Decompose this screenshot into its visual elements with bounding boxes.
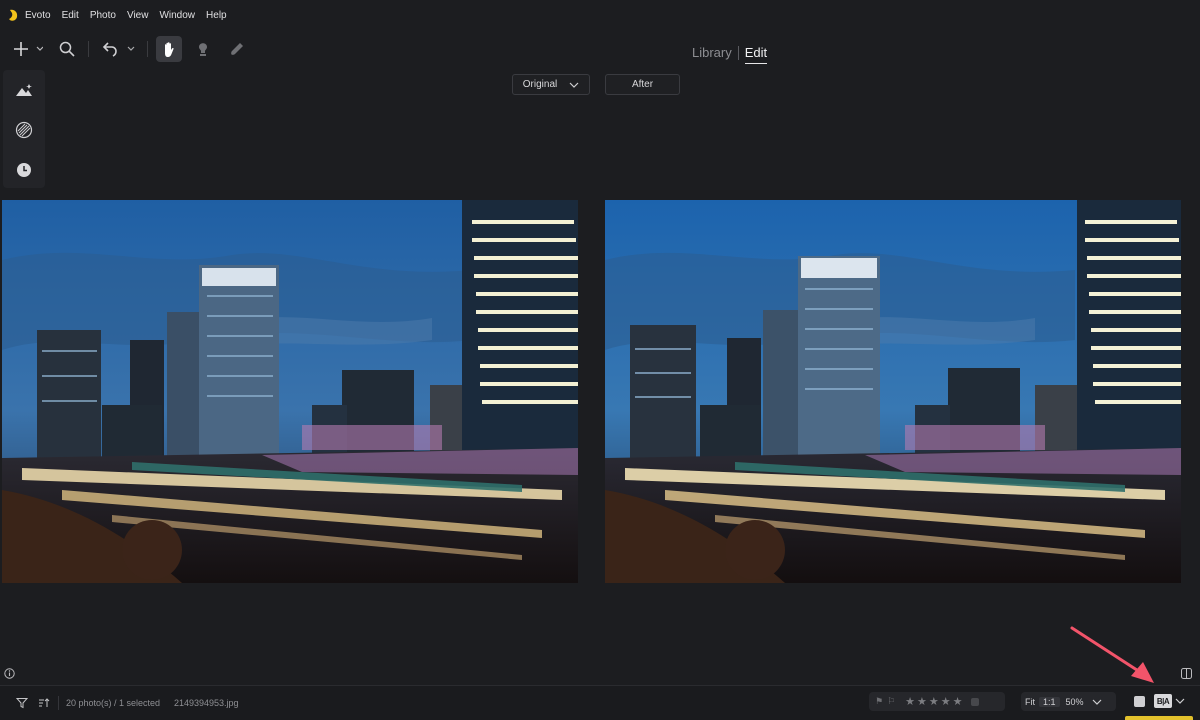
menu-app-name[interactable]: Evoto (25, 10, 51, 21)
toolbar: Library Edit (0, 32, 1200, 66)
flag-pick-icon[interactable]: ⚑ (875, 696, 883, 707)
add-icon (14, 42, 43, 56)
mode-switch: Library Edit (692, 41, 768, 64)
chevron-down-icon (1092, 699, 1101, 705)
star-icon[interactable]: ★ (941, 695, 951, 708)
chevron-down-icon (569, 82, 579, 88)
stamp-icon (199, 43, 207, 56)
left-tool-rail (3, 70, 45, 188)
undo-icon (102, 42, 135, 57)
city-night-photo (2, 200, 578, 583)
evoto-logo-icon (9, 9, 18, 21)
panel-toggle-button[interactable] (1180, 667, 1192, 679)
color-label-swatch[interactable] (970, 697, 979, 706)
single-view-button[interactable] (1134, 696, 1145, 707)
star-icon[interactable]: ★ (917, 695, 927, 708)
status-bar: 20 photo(s) / 1 selected 2149394953.jpg (0, 685, 1200, 720)
filename-label: 2149394953.jpg (174, 698, 239, 708)
active-indicator (1125, 716, 1193, 720)
menu-bar: Evoto Edit Photo View Window Help (0, 0, 1200, 30)
adjust-scene-button[interactable] (3, 77, 45, 103)
brush-tool-button[interactable] (226, 36, 248, 62)
star-icon[interactable]: ★ (929, 695, 939, 708)
original-photo[interactable] (2, 200, 578, 583)
search-icon (59, 41, 75, 57)
chevron-down-icon (1175, 698, 1185, 704)
split-view-icon (1180, 667, 1192, 679)
info-icon (3, 667, 15, 679)
stamp-tool-button[interactable] (192, 36, 214, 62)
sort-icon (39, 698, 50, 707)
filter-button[interactable] (15, 696, 29, 710)
texture-icon (15, 121, 33, 139)
adjust-scene-icon (16, 84, 32, 96)
filter-icon (16, 698, 28, 709)
hand-icon (165, 41, 174, 57)
history-icon (17, 163, 31, 177)
add-button[interactable] (10, 36, 46, 62)
zoom-select[interactable]: 50% (1066, 697, 1102, 707)
menu-item-photo[interactable]: Photo (90, 10, 116, 21)
history-button[interactable] (3, 157, 45, 183)
library-tab[interactable]: Library (692, 45, 732, 60)
menu-item-help[interactable]: Help (206, 10, 227, 21)
original-select[interactable]: Original (512, 74, 590, 95)
star-icon[interactable]: ★ (953, 695, 963, 708)
search-button[interactable] (56, 36, 78, 62)
photo-count: 20 photo(s) / 1 selected (66, 698, 161, 708)
star-icon[interactable]: ★ (905, 695, 915, 708)
undo-button[interactable] (100, 36, 138, 62)
flag-reject-icon[interactable]: ⚐ (887, 696, 895, 707)
after-photo[interactable] (605, 200, 1181, 583)
brush-icon (231, 43, 243, 55)
toolbar-separator (147, 41, 148, 57)
zoom-fit-button[interactable]: Fit (1021, 697, 1039, 707)
zoom-control: Fit 1:1 50% (1021, 692, 1116, 711)
zoom-value: 50% (1065, 696, 1084, 707)
menu-item-edit[interactable]: Edit (62, 10, 79, 21)
menu-item-view[interactable]: View (127, 10, 149, 21)
after-label: After (631, 79, 654, 90)
edit-tab[interactable]: Edit (744, 45, 768, 64)
rating-control: ⚑ ⚐ ★ ★ ★ ★ ★ (869, 692, 1005, 711)
after-label-box: After (605, 74, 680, 95)
before-after-view-button[interactable]: B|A (1154, 694, 1172, 708)
zoom-1to1-button[interactable]: 1:1 (1039, 696, 1060, 707)
view-mode-dropdown[interactable] (1174, 696, 1186, 706)
texture-button[interactable] (3, 117, 45, 143)
sort-button[interactable] (37, 696, 51, 710)
toolbar-separator (88, 41, 89, 57)
hand-tool-button[interactable] (156, 36, 182, 62)
menu-item-window[interactable]: Window (159, 10, 195, 21)
city-night-photo (605, 200, 1181, 583)
mode-divider (737, 45, 739, 60)
status-separator (58, 696, 59, 710)
info-button[interactable] (3, 667, 15, 679)
original-select-label: Original (522, 79, 558, 90)
